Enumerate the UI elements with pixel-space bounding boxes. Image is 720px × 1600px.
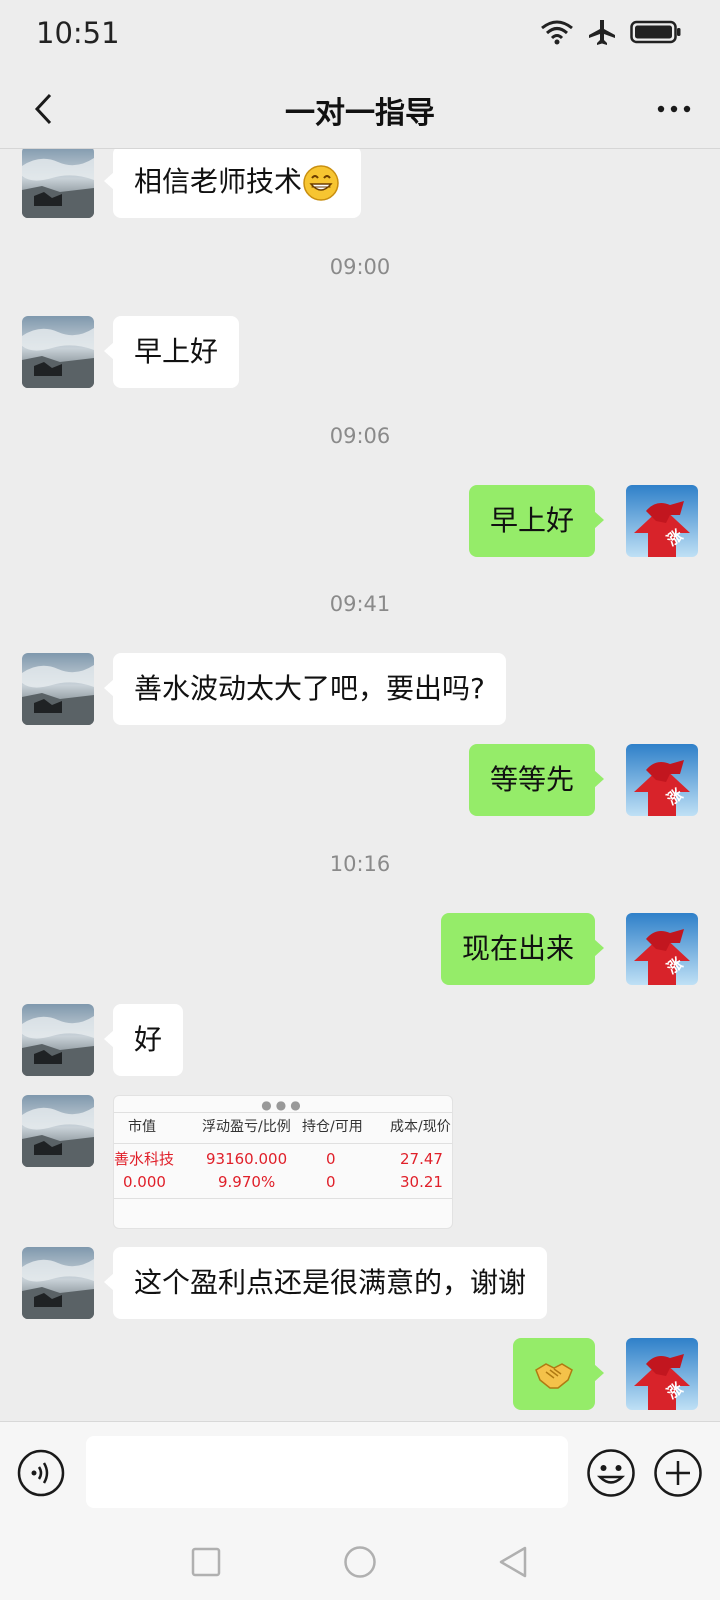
table-header: 市值 浮动盈亏/比例 持仓/可用 成本/现价 xyxy=(114,1112,452,1144)
message-timestamp: 09:00 xyxy=(329,255,391,279)
contact-avatar[interactable] xyxy=(22,653,94,725)
chat-message-list[interactable]: 相信老师技术 09:00 早上好 09:06 涨 早上好 09:41 善水波动太… xyxy=(0,149,720,1420)
input-bar xyxy=(0,1421,720,1522)
message-bubble[interactable]: 等等先 xyxy=(468,744,605,816)
table-cell: 30.21 xyxy=(400,1173,443,1191)
message-input[interactable] xyxy=(86,1436,568,1508)
contact-avatar[interactable] xyxy=(22,316,94,388)
contact-avatar[interactable] xyxy=(22,1004,94,1076)
table-cell: 0 xyxy=(326,1150,336,1168)
table-row: 善水科技 93160.000 0 27.47 xyxy=(114,1148,452,1170)
wifi-icon xyxy=(541,20,573,45)
system-nav-bar xyxy=(0,1521,720,1600)
message-text: 相信老师技术 xyxy=(134,165,303,198)
table-cell: 0 xyxy=(326,1173,336,1191)
battery-icon xyxy=(630,20,681,44)
status-bar: 10:51 xyxy=(0,0,720,70)
message-text: 善水波动太大了吧，要出吗? xyxy=(134,672,485,705)
table-cell: 27.47 xyxy=(400,1150,443,1168)
message-bubble[interactable]: 早上好 xyxy=(468,485,605,557)
table-header-cell: 市值 xyxy=(128,1119,156,1135)
more-options-button[interactable] xyxy=(646,84,702,134)
table-row: 0.000 9.970% 0 30.21 xyxy=(114,1171,452,1193)
message-text: 早上好 xyxy=(489,504,574,537)
message-text: 现在出来 xyxy=(461,932,574,965)
message-text: 好 xyxy=(134,1023,163,1056)
add-attachment-button[interactable] xyxy=(653,1448,703,1498)
status-time: 10:51 xyxy=(36,16,120,50)
message-bubble[interactable] xyxy=(513,1338,604,1410)
table-header-cell: 持仓/可用 xyxy=(302,1119,363,1135)
table-cell: 善水科技 xyxy=(114,1150,175,1168)
grin-emoji-icon xyxy=(303,165,339,201)
contact-avatar[interactable] xyxy=(22,149,94,218)
user-avatar[interactable] xyxy=(626,1338,698,1410)
user-avatar[interactable] xyxy=(626,913,698,985)
contact-avatar[interactable] xyxy=(22,1095,94,1167)
message-bubble[interactable]: 善水波动太大了吧，要出吗? xyxy=(104,653,506,725)
message-bubble[interactable]: 相信老师技术 xyxy=(103,149,362,218)
message-bubble[interactable]: 现在出来 xyxy=(440,913,605,985)
message-bubble[interactable]: 好 xyxy=(103,1004,184,1076)
home-icon[interactable] xyxy=(343,1545,377,1579)
handshake-emoji-icon xyxy=(535,1363,573,1389)
message-text: 这个盈利点还是很满意的，谢谢 xyxy=(134,1266,527,1299)
table-cell: 0.000 xyxy=(123,1173,166,1191)
user-avatar[interactable] xyxy=(626,485,698,557)
table-header-cell: 成本/现价 xyxy=(390,1119,451,1135)
chat-header: 一对一指导 xyxy=(0,70,720,149)
recent-apps-icon[interactable] xyxy=(191,1547,221,1577)
image-message[interactable]: ●●● 市值 浮动盈亏/比例 持仓/可用 成本/现价 善水科技 93160.00… xyxy=(113,1095,453,1229)
voice-input-button[interactable] xyxy=(17,1449,65,1497)
emoji-button[interactable] xyxy=(586,1448,636,1498)
page-dots-icon: ●●● xyxy=(261,1098,305,1112)
message-text: 等等先 xyxy=(489,763,574,796)
message-bubble[interactable]: 早上好 xyxy=(103,316,240,388)
more-dots-icon xyxy=(657,105,691,113)
message-bubble[interactable]: 这个盈利点还是很满意的，谢谢 xyxy=(103,1247,548,1319)
user-avatar[interactable] xyxy=(626,744,698,816)
airplane-mode-icon xyxy=(589,20,615,45)
back-triangle-icon[interactable] xyxy=(496,1545,530,1579)
chat-title: 一对一指导 xyxy=(285,96,435,131)
message-timestamp: 09:41 xyxy=(329,592,391,616)
message-text: 早上好 xyxy=(134,335,219,368)
table-header-cell: 浮动盈亏/比例 xyxy=(202,1119,291,1135)
contact-avatar[interactable] xyxy=(22,1247,94,1319)
message-timestamp: 09:06 xyxy=(329,424,391,448)
table-cell: 93160.000 xyxy=(206,1150,288,1168)
table-cell: 9.970% xyxy=(218,1173,276,1191)
message-timestamp: 10:16 xyxy=(329,852,391,876)
